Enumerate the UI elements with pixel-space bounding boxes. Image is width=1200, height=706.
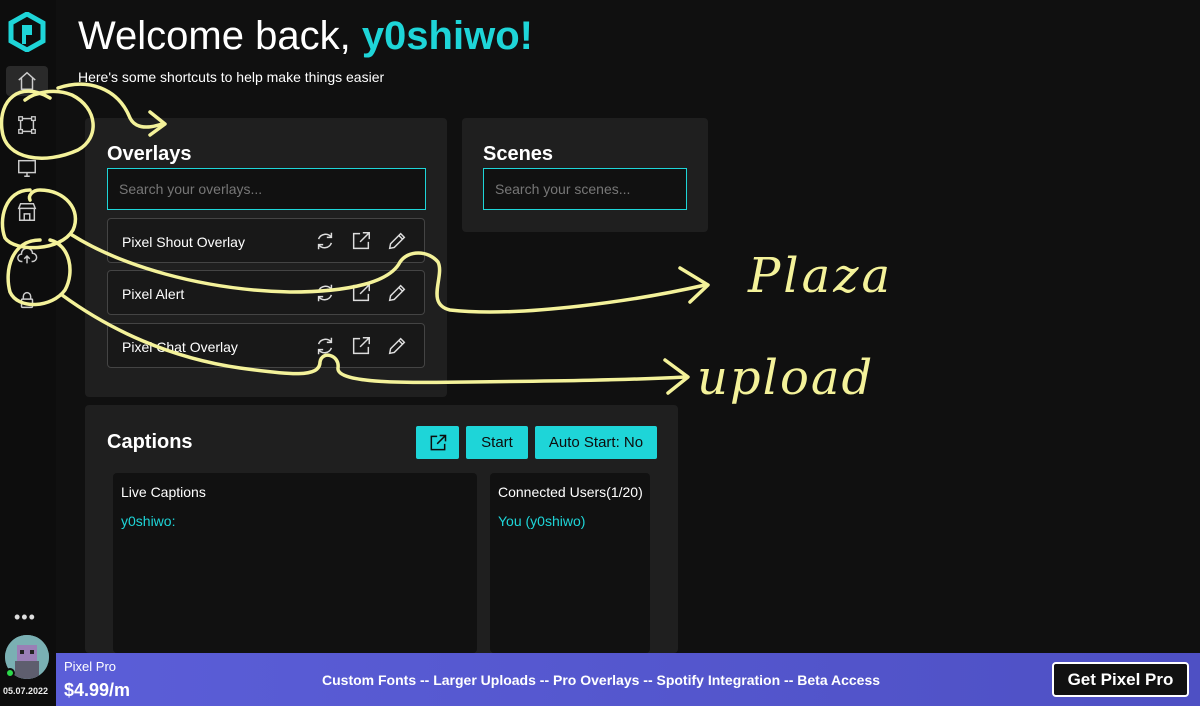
plaza-annotation: Plaza [748, 248, 894, 304]
promo-price: $4.99/m [64, 680, 131, 700]
overlay-item[interactable]: Pixel Alert [107, 270, 425, 315]
auto-start-toggle-button[interactable]: Auto Start: No [535, 426, 657, 459]
overlays-search-input[interactable]: Search your overlays... [107, 168, 426, 210]
page-title: Welcome back, y0shiwo! [78, 14, 533, 59]
pixel-pro-promo-bar: Pixel Pro $4.99/m Custom Fonts -- Larger… [56, 653, 1200, 706]
overlay-item[interactable]: Pixel Chat Overlay [107, 323, 425, 368]
lock-icon [20, 291, 34, 309]
overlay-name: Pixel Shout Overlay [122, 234, 245, 250]
live-captions-title: Live Captions [121, 484, 206, 500]
pixel-logo-icon[interactable] [7, 11, 47, 53]
sidebar-item-overlays[interactable] [6, 110, 48, 140]
live-captions-box: Live Captions y0shiwo: [113, 473, 477, 653]
sidebar: ••• 05.07.2022 [0, 0, 56, 706]
username: y0shiwo! [361, 14, 533, 58]
live-caption-line: y0shiwo: [121, 513, 176, 529]
overlays-panel: Overlays Search your overlays... Pixel S… [85, 118, 447, 397]
sidebar-item-scenes[interactable] [6, 153, 48, 183]
open-external-icon[interactable] [350, 230, 372, 252]
overlay-name: Pixel Alert [122, 286, 185, 302]
get-pixel-pro-button[interactable]: Get Pixel Pro [1052, 662, 1189, 697]
cloud-upload-icon [17, 247, 38, 264]
date-label: 05.07.2022 [3, 686, 49, 696]
overlays-title: Overlays [107, 143, 192, 165]
connected-user-item: You (y0shiwo) [498, 513, 586, 529]
captions-popout-button[interactable] [416, 426, 459, 459]
overlay-item[interactable]: Pixel Shout Overlay [107, 218, 425, 263]
captions-start-button[interactable]: Start [466, 426, 528, 459]
open-external-icon[interactable] [350, 282, 372, 304]
sidebar-item-plaza[interactable] [6, 197, 48, 227]
sidebar-item-lock[interactable] [6, 285, 48, 315]
welcome-prefix: Welcome back, [78, 14, 362, 58]
sidebar-item-upload[interactable] [6, 241, 48, 271]
home-icon [18, 71, 36, 90]
scenes-search-input[interactable]: Search your scenes... [483, 168, 687, 210]
connected-users-title: Connected Users(1/20) [498, 484, 643, 500]
edit-pencil-icon[interactable] [386, 230, 408, 252]
overlay-icon [18, 116, 36, 134]
connected-users-box: Connected Users(1/20) You (y0shiwo) [490, 473, 650, 653]
edit-pencil-icon[interactable] [386, 282, 408, 304]
promo-plan-name: Pixel Pro [64, 659, 117, 674]
overlay-name: Pixel Chat Overlay [122, 339, 238, 355]
refresh-icon[interactable] [314, 335, 336, 357]
scenes-panel: Scenes Search your scenes... [462, 118, 708, 232]
sidebar-item-home[interactable] [6, 66, 48, 96]
page-subtitle: Here's some shortcuts to help make thing… [78, 69, 385, 85]
store-icon [17, 203, 37, 221]
scenes-title: Scenes [483, 143, 554, 165]
upload-annotation: upload [697, 350, 875, 406]
refresh-icon[interactable] [314, 282, 336, 304]
online-status-indicator [5, 668, 15, 678]
monitor-icon [18, 159, 36, 177]
open-external-icon[interactable] [350, 335, 372, 357]
edit-pencil-icon[interactable] [386, 335, 408, 357]
refresh-icon[interactable] [314, 230, 336, 252]
promo-features: Custom Fonts -- Larger Uploads -- Pro Ov… [322, 672, 881, 688]
captions-title: Captions [107, 431, 193, 453]
open-external-icon [430, 434, 446, 450]
more-options-button[interactable]: ••• [14, 607, 36, 628]
